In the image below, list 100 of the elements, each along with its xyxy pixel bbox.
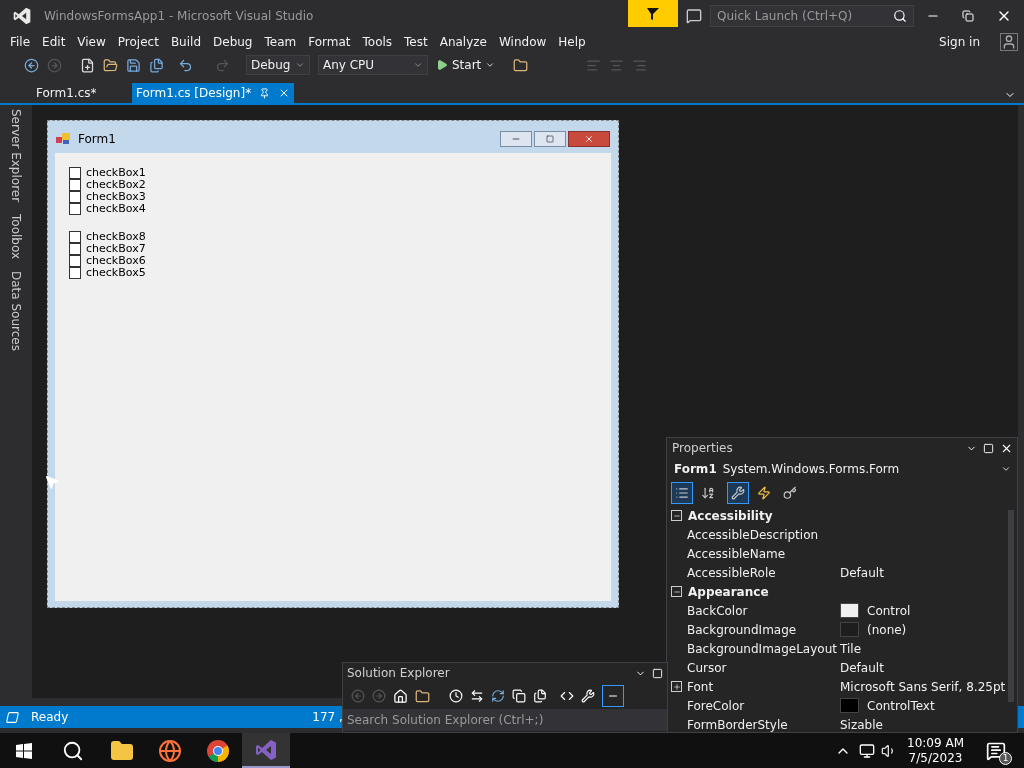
property-name[interactable]: FormBorderStyle [687, 715, 840, 734]
property-name[interactable]: BackgroundImageLayout [687, 639, 840, 658]
expand-toggle[interactable] [671, 681, 682, 692]
collapse-toggle[interactable] [671, 586, 682, 597]
network-icon[interactable] [859, 742, 876, 759]
checkbox[interactable] [69, 203, 81, 215]
sign-in-link[interactable]: Sign in [939, 33, 980, 51]
form-window[interactable]: Form1 checkBox1 checkBox2 checkBox3 checkBox4 checkBox8 checkBox7 checkBox6 checkBox5 [47, 120, 619, 608]
menu-item[interactable]: File [4, 33, 37, 51]
property-name[interactable]: Font [687, 677, 840, 696]
feedback-icon[interactable] [686, 8, 702, 24]
preview-button[interactable] [602, 685, 624, 707]
property-value[interactable]: Control [867, 601, 911, 620]
checkbox-label: checkBox3 [86, 191, 146, 203]
restore-icon[interactable] [962, 10, 974, 22]
scrollbar[interactable] [1008, 510, 1014, 702]
view-button[interactable] [727, 482, 749, 504]
checkbox[interactable] [69, 167, 81, 179]
alphabetical-icon [701, 486, 715, 500]
folder-icon [110, 738, 134, 763]
menu-item[interactable]: Edit [36, 33, 72, 51]
property-name[interactable]: BackColor [687, 601, 840, 620]
sync-icon[interactable] [470, 689, 484, 703]
caret-icon [295, 60, 305, 70]
checkbox[interactable] [69, 191, 81, 203]
maximize-button[interactable] [534, 131, 566, 147]
menu-item[interactable]: Build [164, 33, 207, 51]
checkbox[interactable] [69, 179, 81, 191]
checkbox[interactable] [69, 231, 81, 243]
checkbox[interactable] [69, 243, 81, 255]
checkbox[interactable] [69, 255, 81, 267]
property-name[interactable]: Cursor [687, 658, 840, 677]
minimize-button[interactable] [500, 131, 532, 147]
document-tab[interactable]: Form1.cs* [32, 83, 132, 103]
search-field[interactable]: Search Solution Explorer (Ctrl+;) [343, 709, 667, 731]
document-tab[interactable]: Form1.cs [Design]* [132, 83, 295, 103]
search-icon[interactable] [62, 739, 84, 762]
side-tab[interactable]: Toolbox [7, 214, 25, 260]
undo-icon[interactable] [178, 57, 193, 73]
property-value[interactable]: (none) [867, 620, 907, 639]
menu-item[interactable]: Help [552, 33, 592, 51]
save-icon[interactable] [126, 57, 141, 73]
taskbar-app[interactable] [242, 733, 290, 768]
menu-item[interactable]: Analyze [433, 33, 493, 51]
property-name[interactable]: ForeColor [687, 696, 840, 715]
code-icon[interactable] [560, 689, 574, 703]
folder-icon[interactable] [415, 688, 430, 704]
events-icon [757, 486, 771, 500]
start-button[interactable]: Start [436, 56, 496, 74]
property-value[interactable]: Sizable [840, 715, 883, 734]
pin-icon[interactable] [259, 87, 271, 99]
checkbox-label: checkBox4 [86, 203, 146, 215]
quick-launch-field[interactable]: Quick Launch (Ctrl+Q) [710, 5, 914, 27]
menu-item[interactable]: Team [258, 33, 303, 51]
refresh-icon[interactable] [491, 689, 505, 703]
side-tab[interactable]: Server Explorer [7, 109, 25, 203]
property-name[interactable]: AccessibleName [687, 544, 840, 563]
configuration-dropdown[interactable]: Debug [246, 55, 310, 75]
view-button[interactable] [671, 482, 693, 504]
show-all-files-icon[interactable] [533, 689, 547, 703]
home-icon[interactable] [393, 688, 408, 704]
category-heading: Appearance [688, 583, 769, 601]
back-icon[interactable] [24, 57, 39, 73]
new-file-icon[interactable] [80, 57, 95, 73]
checkbox[interactable] [69, 267, 81, 279]
object-selector[interactable]: Form1 System.Windows.Forms.Form [667, 458, 1017, 480]
windows-logo-icon[interactable] [16, 742, 32, 759]
side-tab[interactable]: Data Sources [7, 271, 25, 352]
property-value[interactable]: Tile [840, 639, 861, 658]
menu-item[interactable]: Window [493, 33, 553, 51]
menu-item[interactable]: Tools [356, 33, 399, 51]
folder-icon[interactable] [103, 57, 118, 73]
property-value[interactable]: Default [840, 658, 884, 677]
folder-icon[interactable] [513, 57, 529, 73]
account-icon[interactable] [1000, 33, 1018, 51]
menu-item[interactable]: Debug [207, 33, 259, 51]
properties-icon[interactable] [581, 689, 595, 703]
menu-item[interactable]: Project [111, 33, 165, 51]
menu-item[interactable]: View [71, 33, 112, 51]
platform-dropdown[interactable]: Any CPU [318, 55, 428, 75]
menu-item[interactable]: Format [302, 33, 357, 51]
property-value[interactable]: Default [840, 563, 884, 582]
notification-count: 1 [999, 751, 1012, 765]
save-all-icon[interactable] [149, 57, 164, 73]
property-value[interactable]: Microsoft Sans Serif, 8.25pt [840, 677, 1006, 696]
property-name[interactable]: BackgroundImage [687, 620, 840, 639]
collapse-all-icon[interactable] [512, 689, 526, 703]
notification-icon[interactable] [986, 740, 1006, 761]
property-value[interactable]: ControlText [867, 696, 935, 715]
align-center-icon [609, 57, 625, 73]
property-name[interactable]: AccessibleDescription [687, 525, 840, 544]
clock-time: 10:09 AM [907, 735, 964, 751]
maximize-icon[interactable] [983, 442, 994, 454]
property-name[interactable]: AccessibleRole [687, 563, 840, 582]
clock-icon[interactable] [449, 689, 463, 703]
feedback-button[interactable] [628, 0, 678, 27]
collapse-toggle[interactable] [671, 510, 682, 521]
maximize-icon[interactable] [652, 667, 663, 679]
menu-item[interactable]: Test [398, 33, 434, 51]
caret-icon [413, 60, 423, 70]
